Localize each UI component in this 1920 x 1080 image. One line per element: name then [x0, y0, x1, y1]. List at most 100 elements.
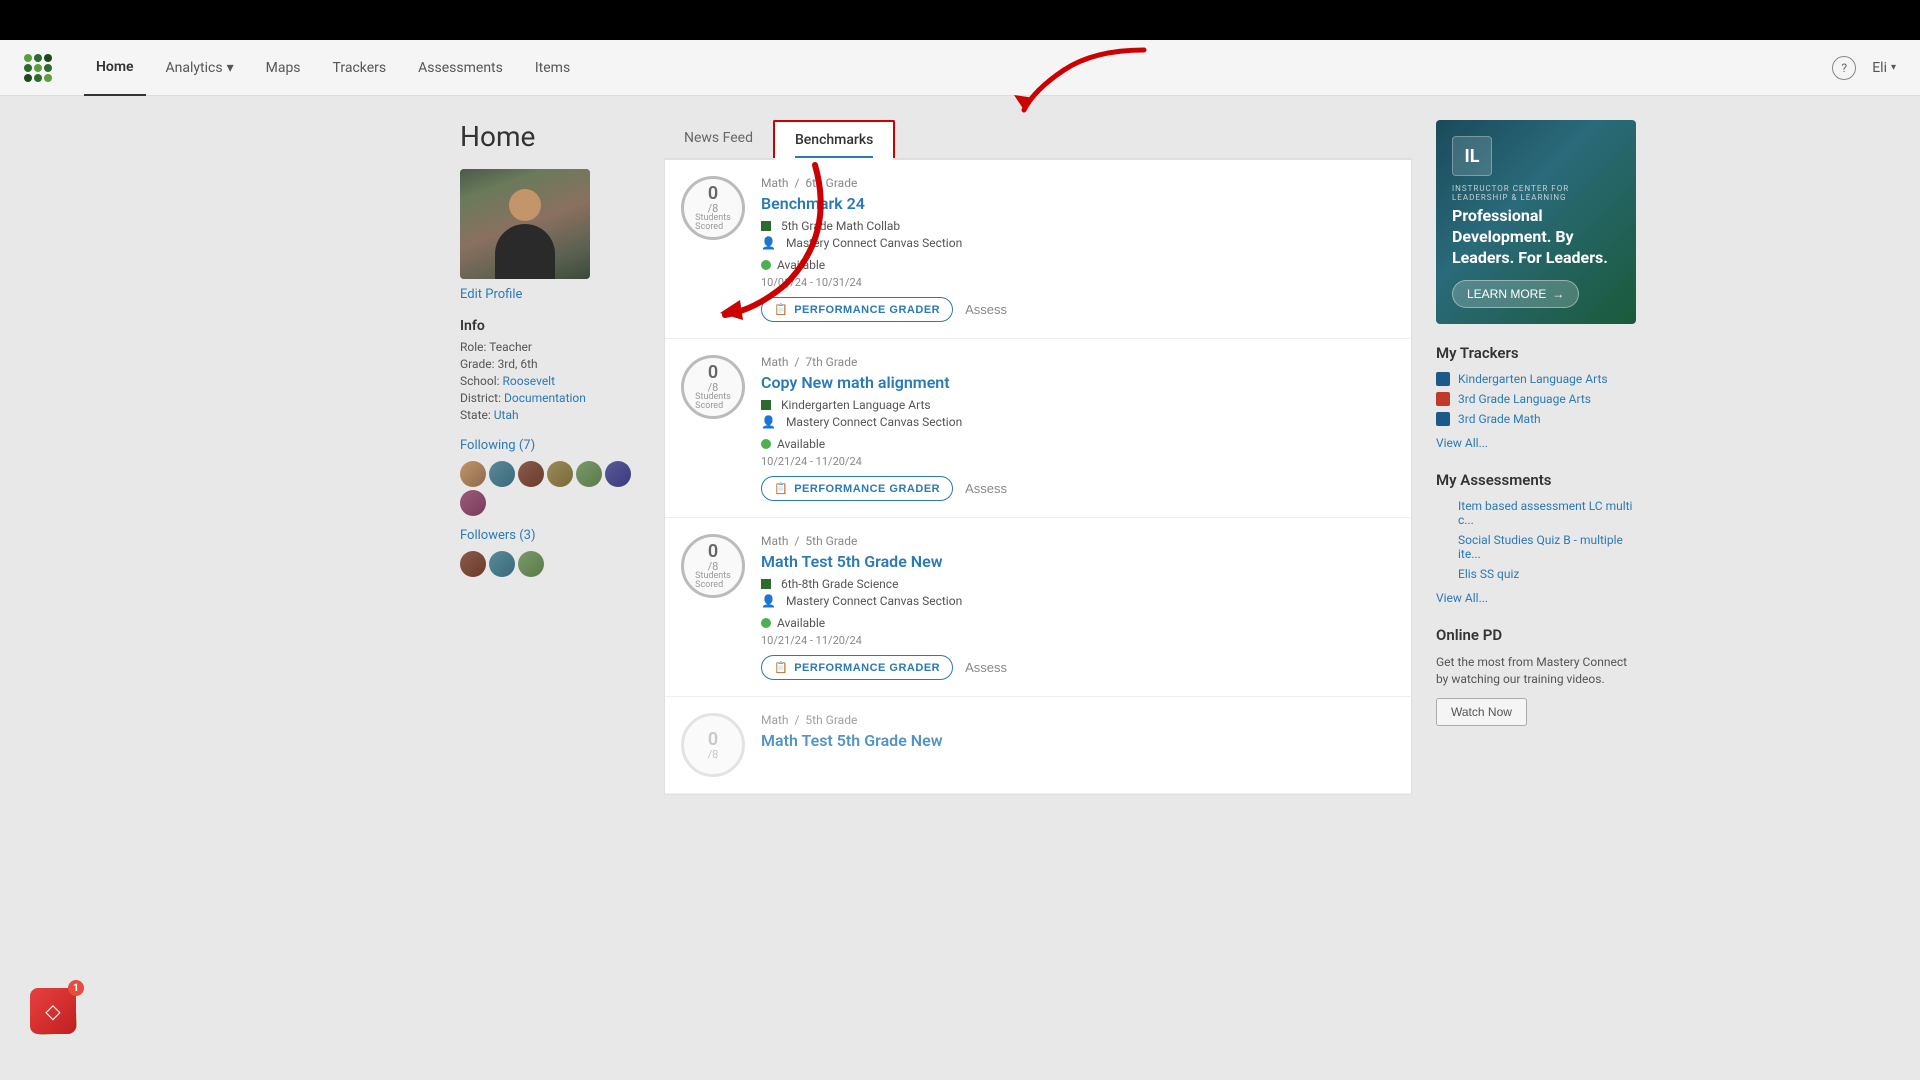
tab-news-feed[interactable]: News Feed [664, 120, 773, 158]
followers-section: Followers (3) [460, 528, 640, 577]
grader-icon: 📋 [774, 482, 788, 495]
class2-row: 👤 Mastery Connect Canvas Section [761, 415, 1395, 429]
ad-banner: IL INSTRUCTOR CENTER FOR LEADERSHIP & LE… [1436, 120, 1636, 324]
nav-item-home[interactable]: Home [84, 40, 146, 96]
tracker-name[interactable]: Kindergarten Language Arts [1458, 372, 1608, 386]
benchmark-meta: Kindergarten Language Arts 👤 Mastery Con… [761, 398, 1395, 429]
nav-items: Home Analytics ▾ Maps Trackers Assessmen… [84, 40, 1832, 96]
benchmark-name[interactable]: Benchmark 24 [761, 194, 1395, 213]
state-link[interactable]: Utah [494, 408, 519, 422]
benchmark-name[interactable]: Math Test 5th Grade New [761, 552, 1395, 571]
ad-label: INSTRUCTOR CENTER FOR LEADERSHIP & LEARN… [1452, 184, 1620, 202]
my-assessments-section: My Assessments Item based assessment LC … [1436, 471, 1636, 606]
section-icon: 👤 [761, 594, 776, 608]
score-circle: 0 /8 StudentsScored [681, 176, 745, 240]
assessment-doc-icon [1436, 540, 1450, 554]
ad-logo-icon: IL [1452, 136, 1492, 176]
floating-notification[interactable]: ◇ 1 [30, 984, 86, 1040]
left-sidebar: Home Edit Profile Info Role: Teacher [460, 120, 640, 795]
avatar [489, 551, 515, 577]
assessment-name[interactable]: Social Studies Quiz B - multiple ite... [1458, 533, 1636, 561]
date-range: 10/21/24 - 11/20/24 [761, 455, 1395, 468]
assess-button[interactable]: Assess [965, 302, 1007, 317]
score-denom: /8 [708, 561, 719, 572]
status-row: Available [761, 437, 1395, 451]
online-pd-description: Get the most from Mastery Connect by wat… [1436, 654, 1636, 688]
followers-link[interactable]: Followers (3) [460, 528, 640, 543]
tracker-name[interactable]: 3rd Grade Language Arts [1458, 392, 1591, 406]
nav-item-maps[interactable]: Maps [254, 40, 313, 96]
benchmark-name[interactable]: Math Test 5th Grade New [761, 731, 1395, 750]
score-denom: /8 [708, 382, 719, 393]
score-circle: 0 /8 [681, 713, 745, 777]
class-icon [761, 579, 771, 589]
online-pd-title: Online PD [1436, 626, 1636, 644]
section-icon: 👤 [761, 415, 776, 429]
role-row: Role: Teacher [460, 340, 640, 354]
logo[interactable] [24, 54, 52, 82]
class1-row: 6th-8th Grade Science [761, 577, 1395, 591]
class2-row: 👤 Mastery Connect Canvas Section [761, 594, 1395, 608]
section-icon: 👤 [761, 236, 776, 250]
nav-right: ? Eli ▾ [1832, 56, 1896, 80]
benchmark-item: 0 /8 StudentsScored Math / 7th Grade Cop… [665, 339, 1411, 518]
district-link[interactable]: Documentation [504, 391, 586, 405]
assessment-doc-icon [1436, 567, 1450, 581]
nav-item-items[interactable]: Items [523, 40, 582, 96]
benchmark-name[interactable]: Copy New math alignment [761, 373, 1395, 392]
profile-image [460, 169, 590, 279]
performance-grader-button[interactable]: 📋 PERFORMANCE GRADER [761, 297, 953, 322]
benchmark-list: 0 /8 StudentsScored Math / 6th Grade Ben… [664, 159, 1412, 795]
tab-benchmarks[interactable]: Benchmarks [773, 120, 895, 158]
assess-button[interactable]: Assess [965, 660, 1007, 675]
score-denom: /8 [708, 203, 719, 214]
edit-profile-link[interactable]: Edit Profile [460, 287, 640, 302]
benchmark-actions: 📋 PERFORMANCE GRADER Assess [761, 476, 1395, 501]
tracker-name[interactable]: 3rd Grade Math [1458, 412, 1541, 426]
user-menu-chevron-icon: ▾ [1891, 62, 1896, 73]
date-range: 10/01/24 - 10/31/24 [761, 276, 1395, 289]
notif-layer-front: ◇ [30, 988, 76, 1034]
assessment-name[interactable]: Item based assessment LC multi c... [1458, 499, 1636, 527]
assessments-view-all-link[interactable]: View All... [1436, 591, 1488, 605]
assessment-item: Social Studies Quiz B - multiple ite... [1436, 533, 1636, 561]
nav-item-analytics[interactable]: Analytics ▾ [154, 40, 246, 96]
user-name: Eli [1872, 60, 1887, 76]
benchmark-meta: 5th Grade Math Collab 👤 Mastery Connect … [761, 219, 1395, 250]
school-link[interactable]: Roosevelt [503, 374, 556, 388]
class-icon [761, 400, 771, 410]
nav-item-assessments[interactable]: Assessments [406, 40, 515, 96]
benchmark-info: Math / 7th Grade Copy New math alignment… [761, 355, 1395, 501]
benchmark-subject: Math / 5th Grade [761, 534, 1395, 548]
benchmark-actions: 📋 PERFORMANCE GRADER Assess [761, 655, 1395, 680]
tracker-color-icon [1436, 372, 1450, 386]
benchmark-info: Math / 5th Grade Math Test 5th Grade New [761, 713, 1395, 756]
following-link[interactable]: Following (7) [460, 438, 640, 453]
user-menu[interactable]: Eli ▾ [1872, 60, 1896, 76]
main-content: Home Edit Profile Info Role: Teacher [260, 96, 1660, 819]
avatar [460, 490, 486, 516]
logo-icon [24, 54, 52, 82]
school-row: School: Roosevelt [460, 374, 640, 388]
nav-item-trackers[interactable]: Trackers [321, 40, 399, 96]
notif-icon: ◇ [30, 988, 76, 1034]
info-section: Info Role: Teacher Grade: 3rd, 6th Schoo… [460, 318, 640, 422]
navbar: Home Analytics ▾ Maps Trackers Assessmen… [0, 40, 1920, 96]
benchmark-subject: Math / 6th Grade [761, 176, 1395, 190]
notification-stack: ◇ 1 [30, 984, 80, 1034]
performance-grader-button[interactable]: 📋 PERFORMANCE GRADER [761, 476, 953, 501]
assess-button[interactable]: Assess [965, 481, 1007, 496]
right-sidebar: IL INSTRUCTOR CENTER FOR LEADERSHIP & LE… [1436, 120, 1636, 795]
status-dot [761, 260, 771, 270]
watch-now-button[interactable]: Watch Now [1436, 698, 1527, 726]
learn-more-button[interactable]: LEARN MORE → [1452, 280, 1579, 308]
assessment-doc-icon [1436, 506, 1450, 520]
avatar [489, 461, 515, 487]
assessment-item: Elis SS quiz [1436, 567, 1636, 581]
score-number: 0 [708, 731, 718, 749]
followers-avatars [460, 551, 640, 577]
help-icon[interactable]: ? [1832, 56, 1856, 80]
performance-grader-button[interactable]: 📋 PERFORMANCE GRADER [761, 655, 953, 680]
assessment-name[interactable]: Elis SS quiz [1458, 567, 1519, 581]
trackers-view-all-link[interactable]: View All... [1436, 436, 1488, 450]
